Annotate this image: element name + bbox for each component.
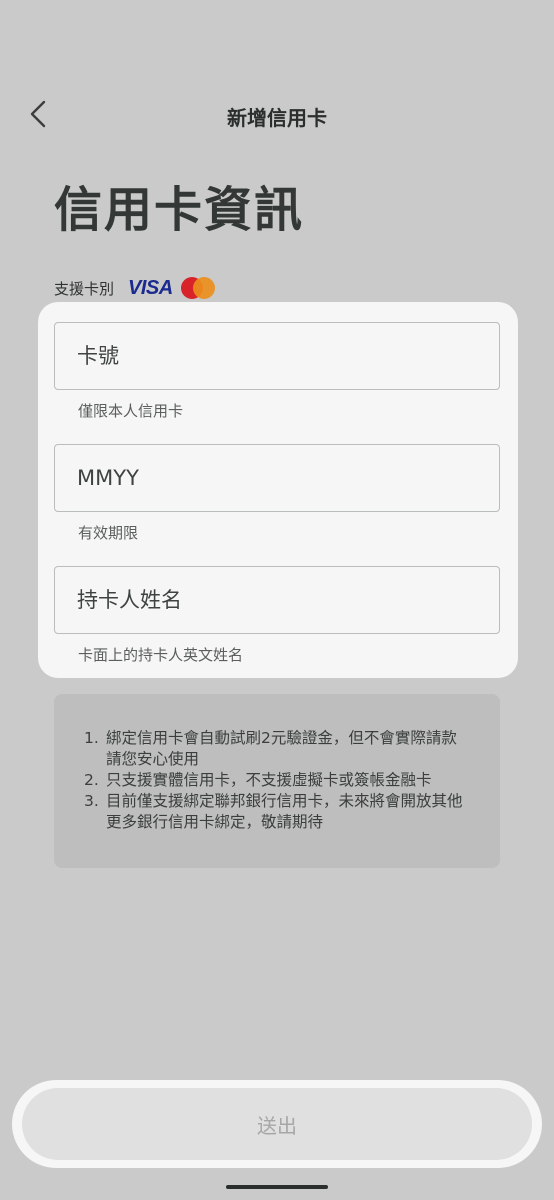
notice-item: 2. 只支援實體信用卡，不支援虛擬卡或簽帳金融卡 — [84, 771, 432, 789]
notice-list: 1. 綁定信用卡會自動試刷2元驗證金，但不會實際請款請您安心使用 2. 只支援實… — [84, 728, 470, 833]
expiry-helper: 有效期限 — [78, 524, 139, 542]
card-number-field[interactable] — [54, 322, 500, 390]
holder-name-field[interactable] — [54, 566, 500, 634]
expiry-field[interactable] — [54, 444, 500, 512]
notice-item: 1. 綁定信用卡會自動試刷2元驗證金，但不會實際請款請您安心使用 — [84, 729, 457, 768]
mastercard-logo — [180, 276, 215, 300]
page-title: 信用卡資訊 — [54, 182, 305, 238]
card-number-input[interactable] — [77, 344, 477, 368]
supported-cards-row: 支援卡別 VISA — [54, 276, 215, 300]
home-indicator — [226, 1185, 328, 1189]
header-title: 新增信用卡 — [227, 106, 327, 130]
card-form: 僅限本人信用卡 有效期限 卡面上的持卡人英文姓名 — [38, 302, 518, 678]
visa-logo: VISA — [128, 276, 173, 299]
notice-box: 1. 綁定信用卡會自動試刷2元驗證金，但不會實際請款請您安心使用 2. 只支援實… — [54, 694, 500, 868]
mastercard-orange-circle — [192, 277, 215, 299]
expiry-input[interactable] — [77, 466, 477, 490]
holder-name-input[interactable] — [77, 588, 477, 612]
card-number-helper: 僅限本人信用卡 — [78, 402, 184, 420]
holder-name-helper: 卡面上的持卡人英文姓名 — [78, 646, 244, 664]
submit-button[interactable]: 送出 — [22, 1088, 532, 1160]
top-bar: 新增信用卡 — [0, 90, 554, 140]
submit-container: 送出 — [12, 1080, 542, 1168]
notice-item: 3. 目前僅支援綁定聯邦銀行信用卡，未來將會開放其他更多銀行信用卡綁定，敬請期待 — [84, 792, 463, 831]
supported-cards-label: 支援卡別 — [54, 279, 115, 298]
